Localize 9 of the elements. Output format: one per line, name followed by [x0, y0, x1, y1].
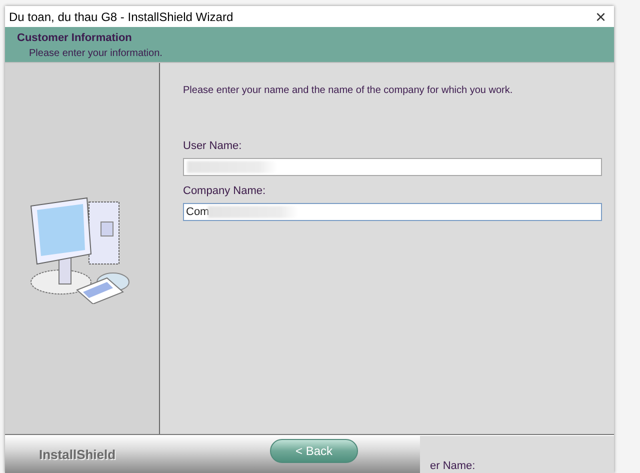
- header-title: Customer Information: [17, 32, 133, 44]
- instruction-text: Please enter your name and the name of the company for which you work.: [183, 85, 514, 96]
- field-label: User Name:: [183, 140, 243, 152]
- header-subtitle: Please enter your information.: [28, 48, 164, 59]
- field-label: Company Name:: [183, 185, 267, 197]
- brand-logo: InstallShield: [39, 446, 116, 462]
- field-label: er Name:: [430, 460, 476, 472]
- close-button[interactable]: ×: [591, 8, 610, 26]
- window-title: Du toan, du thau G8 - InstallShield Wizard: [9, 10, 234, 24]
